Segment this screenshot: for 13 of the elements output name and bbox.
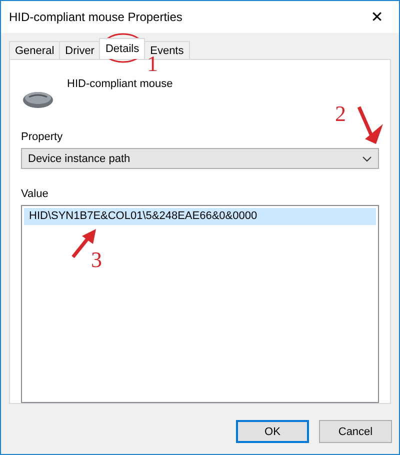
annotation-number: 3 [91,247,102,272]
annotation-number: 2 [335,101,346,126]
window-title: HID-compliant mouse Properties [9,10,182,24]
dialog-button[interactable]: Cancel [319,420,392,443]
value-label: Value [21,186,50,201]
property-dropdown[interactable]: Device instance path [21,148,379,169]
tab[interactable]: Details [99,38,146,59]
value-row[interactable]: HID\SYN1B7E&COL01\5&248EAE66&0&0000 [24,208,376,225]
tab[interactable]: General [9,41,60,59]
dialog-button[interactable]: OK [236,420,309,443]
property-label: Property [21,130,64,144]
close-button[interactable]: ✕ [355,1,399,33]
device-name: HID-compliant mouse [67,78,173,90]
